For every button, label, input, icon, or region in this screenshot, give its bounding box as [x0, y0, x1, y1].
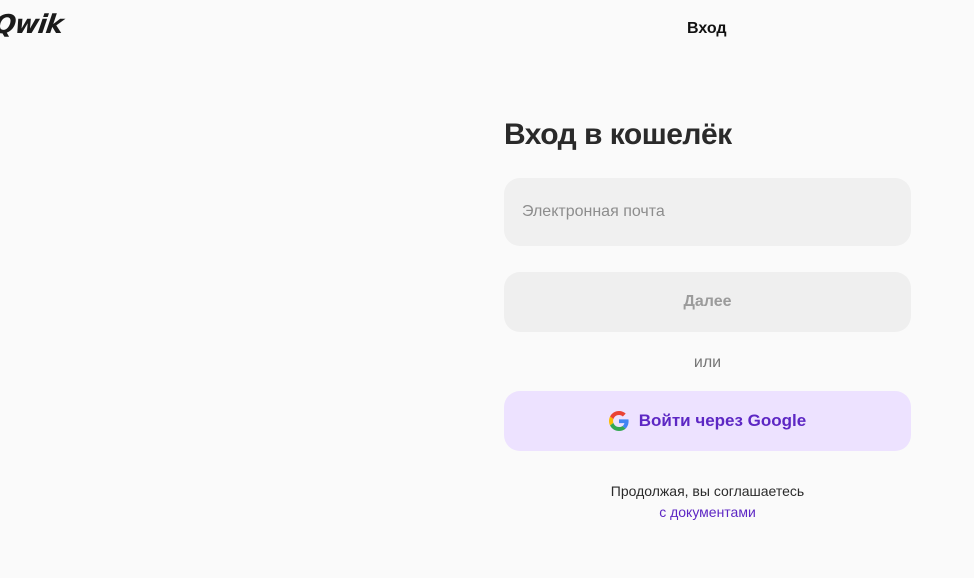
- page-title: Вход в кошелёк: [504, 118, 732, 151]
- login-panel: Вход в кошелёк Далее или Войти через Goo…: [504, 115, 911, 523]
- google-login-label: Войти через Google: [638, 411, 807, 430]
- terms-notice: Продолжая, вы соглашаетесь с документами: [504, 481, 911, 523]
- terms-text: Продолжая, вы соглашаетесь: [610, 483, 805, 499]
- documents-link[interactable]: с документами: [659, 502, 756, 523]
- next-button[interactable]: Далее: [504, 272, 911, 332]
- logo: Qwik: [0, 10, 65, 40]
- google-login-button[interactable]: Войти через Google: [504, 391, 911, 451]
- google-icon: [608, 411, 629, 431]
- page-title-top: Вход: [687, 20, 727, 37]
- or-separator: или: [693, 354, 722, 371]
- email-field[interactable]: [504, 178, 911, 246]
